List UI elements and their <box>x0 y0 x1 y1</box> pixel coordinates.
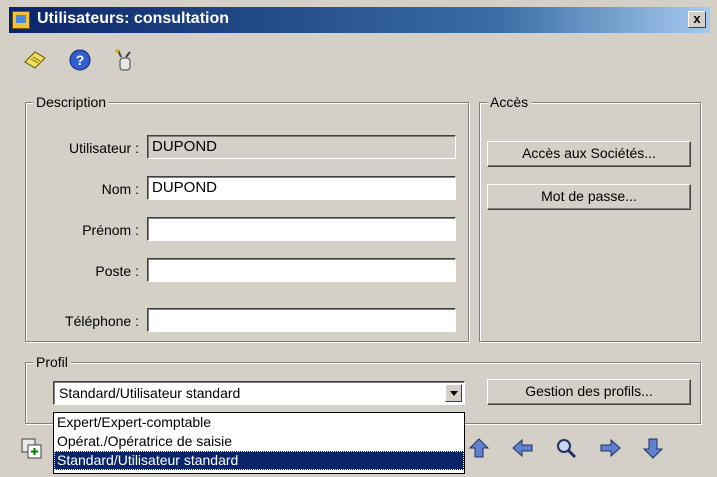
prenom-field[interactable] <box>147 217 456 241</box>
profil-option-expert[interactable]: Expert/Expert-comptable <box>54 413 464 432</box>
utilisateur-label: Utilisateur : <box>68 140 139 156</box>
left-arrow-icon[interactable] <box>511 437 535 459</box>
profil-select[interactable]: Standard/Utilisateur standard <box>53 381 465 405</box>
profil-option-standard[interactable]: Standard/Utilisateur standard <box>54 451 464 470</box>
description-legend: Description <box>33 94 110 110</box>
profil-option-operatrice[interactable]: Opérat./Opératrice de saisie <box>54 432 464 451</box>
telephone-label: Téléphone : <box>65 313 139 329</box>
utilisateur-field: DUPOND <box>147 135 456 159</box>
gestion-profils-button[interactable]: Gestion des profils... <box>487 379 691 405</box>
down-arrow-icon[interactable] <box>641 437 665 459</box>
wizard-icon[interactable] <box>112 48 136 72</box>
close-button[interactable]: x <box>688 11 706 28</box>
profil-legend: Profil <box>33 354 71 370</box>
nom-field[interactable]: DUPOND <box>147 176 456 200</box>
title-bar[interactable]: Utilisateurs: consultation x <box>9 7 710 33</box>
search-icon[interactable] <box>554 437 578 459</box>
window-title: Utilisateurs: consultation <box>37 10 230 27</box>
poste-field[interactable] <box>147 258 456 282</box>
mot-de-passe-button[interactable]: Mot de passe... <box>487 184 691 210</box>
chevron-down-icon[interactable] <box>445 384 462 402</box>
profil-selected-value: Standard/Utilisateur standard <box>59 385 241 401</box>
acces-societes-button[interactable]: Accès aux Sociétés... <box>487 141 691 167</box>
acces-legend: Accès <box>487 94 532 110</box>
up-arrow-icon[interactable] <box>467 437 491 459</box>
profil-dropdown-list: Expert/Expert-comptable Opérat./Opératri… <box>53 412 465 474</box>
notepad-icon[interactable] <box>23 48 47 72</box>
prenom-label: Prénom : <box>82 222 139 238</box>
telephone-field[interactable] <box>147 308 456 332</box>
dialog-window: Utilisateurs: consultation x ? Descripti… <box>0 0 717 477</box>
nom-label: Nom : <box>101 181 139 197</box>
right-arrow-icon[interactable] <box>598 437 622 459</box>
poste-label: Poste : <box>95 263 139 279</box>
svg-text:?: ? <box>76 52 85 68</box>
new-record-icon[interactable] <box>20 437 44 459</box>
app-icon <box>12 11 30 29</box>
acces-group <box>479 102 701 342</box>
help-icon[interactable]: ? <box>68 48 92 72</box>
